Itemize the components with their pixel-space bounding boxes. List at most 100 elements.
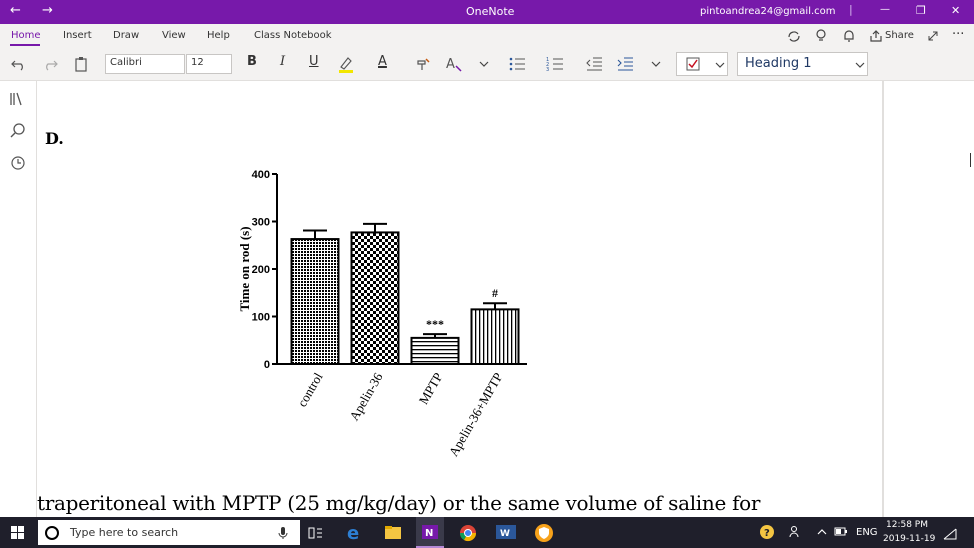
active-tab-indicator xyxy=(10,44,40,46)
search-placeholder: Type here to search xyxy=(70,526,179,539)
redo-icon[interactable] xyxy=(42,57,58,71)
font-name-field[interactable]: Calibri xyxy=(105,54,185,74)
vpn-shield-icon[interactable] xyxy=(534,523,554,543)
document-body-text: traperitoneal with MPTP (25 mg/kg/day) o… xyxy=(37,491,761,515)
share-icon[interactable] xyxy=(869,29,883,43)
svg-text:N: N xyxy=(425,528,433,539)
page-canvas[interactable]: D. 0 100 200 300 400 Time on rod (s) control Ap… xyxy=(37,81,882,517)
ribbon-tabs: Home Insert Draw View Help Class Noteboo… xyxy=(0,24,974,48)
expand-icon[interactable] xyxy=(926,29,940,43)
svg-text:3: 3 xyxy=(546,67,549,72)
style-value: Heading 1 xyxy=(745,56,812,71)
notifications-icon[interactable] xyxy=(942,525,958,541)
tab-draw[interactable]: Draw xyxy=(113,30,139,41)
y-tick-label: 200 xyxy=(252,264,270,276)
lightbulb-icon[interactable] xyxy=(814,28,828,44)
x-tick-label: Apelin-36 xyxy=(346,370,386,424)
x-tick-label: MPTP xyxy=(416,370,446,407)
y-axis-title: Time on rod (s) xyxy=(237,226,252,311)
bar-chart: 0 100 200 300 400 Time on rod (s) control Apeli… xyxy=(237,169,527,459)
chevron-down-icon[interactable] xyxy=(651,60,661,68)
tab-home[interactable]: Home xyxy=(11,30,41,41)
svg-text:W: W xyxy=(500,529,510,539)
windows-start-icon[interactable] xyxy=(11,526,25,540)
input-language[interactable]: ENG xyxy=(856,527,878,538)
taskbar-search-box[interactable]: Type here to search xyxy=(38,520,300,545)
more-options-button[interactable]: ··· xyxy=(952,27,964,42)
clipboard-icon[interactable] xyxy=(74,56,88,72)
sync-icon[interactable] xyxy=(786,29,802,43)
format-painter-icon[interactable] xyxy=(415,56,431,72)
y-tick-label: 300 xyxy=(252,217,270,229)
chevron-down-icon xyxy=(855,62,865,68)
battery-icon[interactable] xyxy=(834,526,848,538)
tab-insert[interactable]: Insert xyxy=(63,30,92,41)
onenote-icon: N xyxy=(422,525,438,539)
y-tick-label: 100 xyxy=(252,312,270,324)
chevron-down-icon[interactable] xyxy=(479,60,489,68)
chrome-icon[interactable] xyxy=(459,524,477,542)
undo-icon[interactable] xyxy=(11,57,27,71)
increase-indent-icon[interactable] xyxy=(616,56,634,72)
bar xyxy=(290,238,340,365)
close-button[interactable]: ✕ xyxy=(951,4,960,17)
account-name[interactable]: pintoandrea24@gmail.com xyxy=(700,6,836,17)
clock-time[interactable]: 12:58 PM xyxy=(886,520,928,530)
bullet-list-icon[interactable] xyxy=(508,56,526,72)
share-button[interactable]: Share xyxy=(885,30,914,41)
help-tray-icon[interactable]: ? xyxy=(759,524,775,540)
tab-view[interactable]: View xyxy=(162,30,186,41)
font-size-field[interactable]: 12 xyxy=(186,54,232,74)
decrease-indent-icon[interactable] xyxy=(585,56,603,72)
bar xyxy=(470,308,520,365)
onenote-taskbar-button[interactable]: N xyxy=(416,517,444,548)
tab-class-notebook[interactable]: Class Notebook xyxy=(254,30,332,41)
significance-marker: *** xyxy=(426,317,444,331)
restore-button[interactable]: ❐ xyxy=(916,4,926,17)
highlighter-icon[interactable] xyxy=(337,55,355,73)
bar xyxy=(350,231,400,365)
notebooks-icon[interactable] xyxy=(8,89,28,109)
edge-browser-icon[interactable]: e xyxy=(346,523,364,541)
cortana-icon xyxy=(45,526,59,540)
navigation-rail xyxy=(0,81,37,517)
underline-button[interactable]: U xyxy=(309,54,319,69)
ribbon-toolbar: Calibri 12 B I U A A 123 Heading 1 xyxy=(0,48,974,81)
tag-dropdown[interactable] xyxy=(676,52,728,76)
app-title: OneNote xyxy=(466,5,515,18)
text-cursor xyxy=(970,153,971,167)
task-view-icon[interactable] xyxy=(308,525,324,541)
bold-button[interactable]: B xyxy=(247,54,257,69)
styles-icon[interactable]: A xyxy=(445,55,463,73)
y-tick-label: 400 xyxy=(252,169,270,181)
chevron-down-icon xyxy=(715,62,725,68)
search-icon[interactable] xyxy=(8,121,28,141)
file-explorer-icon[interactable] xyxy=(384,524,402,540)
word-icon[interactable]: W xyxy=(495,524,517,540)
italic-button[interactable]: I xyxy=(280,54,285,69)
numbered-list-icon[interactable]: 123 xyxy=(546,56,564,72)
svg-text:?: ? xyxy=(764,528,770,539)
clock-date[interactable]: 2019-11-19 xyxy=(883,534,935,544)
y-tick-label: 0 xyxy=(264,359,270,371)
significance-marker: # xyxy=(492,286,498,300)
minimize-button[interactable]: — xyxy=(880,4,890,15)
tab-help[interactable]: Help xyxy=(207,30,230,41)
font-color-button[interactable]: A xyxy=(378,54,387,69)
windows-taskbar: Type here to search e N W ? ENG 12:58 PM… xyxy=(0,517,974,548)
x-tick-label: control xyxy=(294,370,326,410)
microphone-icon[interactable] xyxy=(278,526,288,540)
style-dropdown[interactable]: Heading 1 xyxy=(737,52,868,76)
forward-icon[interactable]: → xyxy=(42,3,53,18)
recent-notes-icon[interactable] xyxy=(8,153,28,173)
checkbox-tag-icon xyxy=(686,57,700,71)
svg-text:A: A xyxy=(446,57,455,72)
back-icon[interactable]: ← xyxy=(10,3,21,18)
title-bar: ← → OneNote pintoandrea24@gmail.com | — … xyxy=(0,0,974,24)
bar xyxy=(410,336,460,365)
x-tick-label: Apelin-36+MPTP xyxy=(446,370,506,459)
chevron-up-icon[interactable] xyxy=(817,528,827,536)
people-icon[interactable] xyxy=(789,525,803,539)
bell-icon[interactable] xyxy=(842,28,856,44)
figure-panel-label: D. xyxy=(45,129,64,148)
